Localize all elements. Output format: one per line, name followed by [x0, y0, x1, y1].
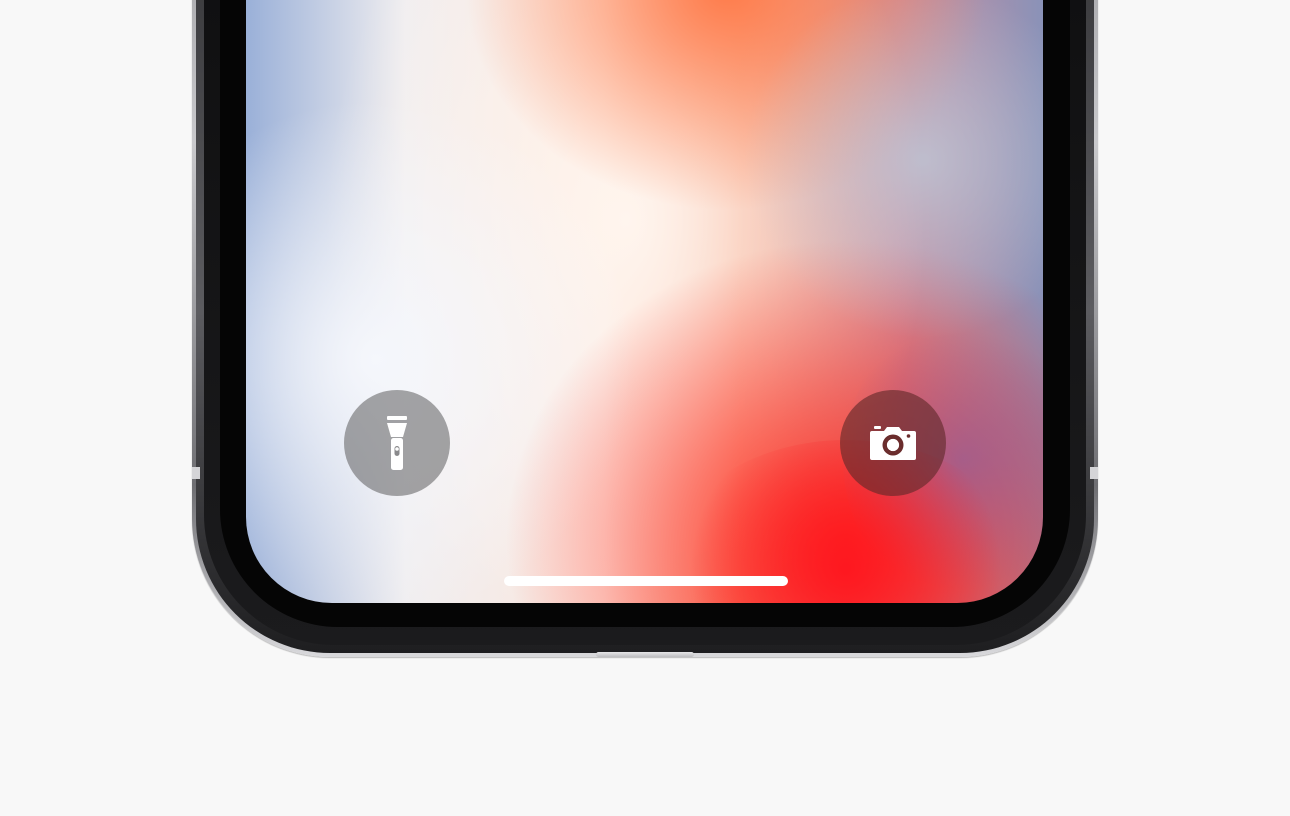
lock-screen	[246, 0, 1043, 603]
flashlight-button[interactable]	[344, 390, 450, 496]
home-indicator[interactable]	[504, 576, 788, 586]
flashlight-icon	[387, 416, 407, 470]
wallpaper-gradient	[743, 0, 1043, 340]
antenna-line-right	[1090, 467, 1098, 479]
camera-icon	[870, 426, 916, 460]
antenna-line-left	[192, 467, 200, 479]
camera-button[interactable]	[840, 390, 946, 496]
lightning-port	[596, 652, 694, 657]
device-render	[0, 0, 1290, 816]
